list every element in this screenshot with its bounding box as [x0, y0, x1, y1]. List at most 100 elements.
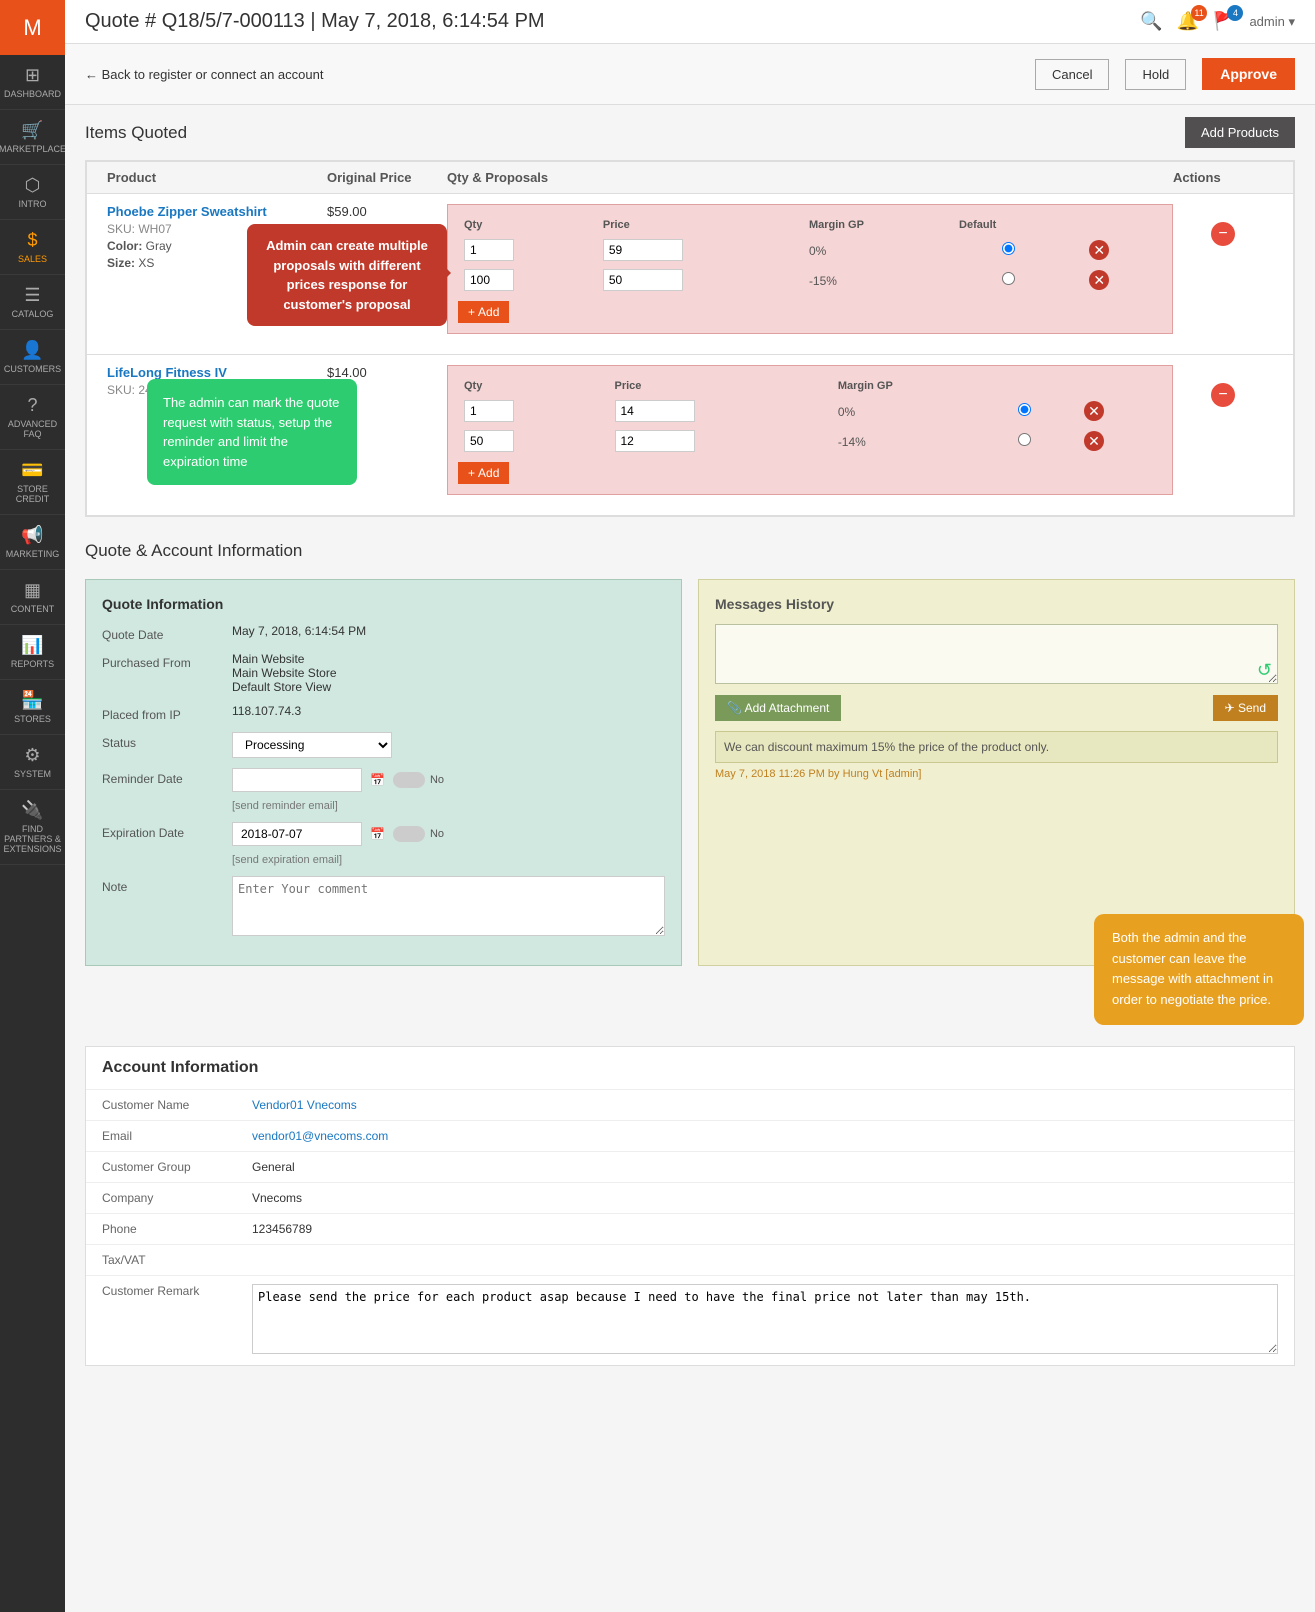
add-row-button-0[interactable]: + Add: [458, 301, 509, 323]
notifications-button[interactable]: 🔔 11: [1177, 11, 1199, 32]
qty-input-0-1[interactable]: [464, 269, 514, 291]
col-qty-proposals: Qty & Proposals: [447, 170, 1173, 185]
refresh-icon[interactable]: ↺: [1257, 660, 1272, 681]
approve-button[interactable]: Approve: [1202, 58, 1295, 90]
default-radio-1-1[interactable]: [1018, 433, 1031, 446]
expiration-date-input[interactable]: [232, 822, 362, 846]
remove-product-button-0[interactable]: −: [1211, 222, 1235, 246]
calendar-icon[interactable]: 📅: [370, 773, 385, 787]
reminder-toggle: No: [393, 772, 444, 788]
th-del-2: [1133, 376, 1162, 396]
messages-button[interactable]: 🚩 4: [1213, 11, 1235, 32]
info-row-ip: Placed from IP 118.107.74.3: [102, 704, 665, 722]
info-row-status: Status Processing Open Closed: [102, 732, 665, 758]
sidebar-item-marketing[interactable]: 📢 MARKETING: [0, 515, 65, 570]
account-row-customer-name: Customer Name Vendor01 Vnecoms: [86, 1089, 1294, 1120]
sidebar-item-label: STORES: [14, 714, 51, 724]
customers-icon: 👤: [21, 340, 43, 361]
sidebar-item-catalog[interactable]: ☰ CATALOG: [0, 275, 65, 330]
sidebar-item-intro[interactable]: ⬡ INTRO: [0, 165, 65, 220]
top-header: Quote # Q18/5/7-000113 | May 7, 2018, 6:…: [65, 0, 1315, 44]
sidebar-item-marketplace[interactable]: 🛒 MARKETPLACE: [0, 110, 65, 165]
margin-text-1-1: -14%: [838, 435, 866, 449]
notification-count: 11: [1191, 5, 1207, 21]
add-products-button[interactable]: Add Products: [1185, 117, 1295, 148]
calendar-icon-2[interactable]: 📅: [370, 827, 385, 841]
account-label-taxvat: Tax/VAT: [102, 1253, 252, 1267]
status-select[interactable]: Processing Open Closed: [232, 732, 392, 758]
margin-text-0-1: -15%: [809, 274, 837, 288]
remove-row-button-0-1[interactable]: ✕: [1089, 270, 1109, 290]
sidebar-item-dashboard[interactable]: ⊞ DASHBOARD: [0, 55, 65, 110]
note-textarea[interactable]: [232, 876, 665, 936]
default-radio-0-0[interactable]: [1002, 242, 1015, 255]
message-history-text: We can discount maximum 15% the price of…: [715, 731, 1278, 763]
messages-actions: 📎 Add Attachment ✈ Send: [715, 695, 1278, 721]
reports-icon: 📊: [21, 635, 43, 656]
proposals-area: Qty Price Margin GP Default: [447, 204, 1173, 334]
account-value-customer-name[interactable]: Vendor01 Vnecoms: [252, 1098, 1278, 1112]
hold-button[interactable]: Hold: [1125, 59, 1186, 90]
default-radio-0-1[interactable]: [1002, 272, 1015, 285]
th-remove: [1063, 215, 1135, 235]
reminder-toggle-pill[interactable]: [393, 772, 425, 788]
sidebar-item-reports[interactable]: 📊 REPORTS: [0, 625, 65, 680]
cancel-button[interactable]: Cancel: [1035, 59, 1109, 90]
margin-text-0-0: 0%: [809, 244, 826, 258]
add-row-button-1[interactable]: + Add: [458, 462, 509, 484]
proposals-area-2: Qty Price Margin GP: [447, 365, 1173, 495]
user-menu[interactable]: admin ▾: [1249, 14, 1295, 30]
send-button[interactable]: ✈ Send: [1213, 695, 1278, 721]
qty-input-0-0[interactable]: [464, 239, 514, 261]
sidebar-item-sales[interactable]: $ SALES: [0, 220, 65, 275]
info-label-reminder: Reminder Date: [102, 768, 232, 786]
price-input-0-1[interactable]: [603, 269, 683, 291]
info-value-status: Processing Open Closed: [232, 732, 665, 758]
price-input-1-1[interactable]: [615, 430, 695, 452]
sidebar-item-label: CUSTOMERS: [4, 364, 61, 374]
reminder-date-input[interactable]: [232, 768, 362, 792]
plus-icon: +: [468, 305, 475, 319]
remove-product-button-1[interactable]: −: [1211, 383, 1235, 407]
qty-input-1-0[interactable]: [464, 400, 514, 422]
callout-orange: Both the admin and the customer can leav…: [1094, 914, 1304, 1025]
expiration-toggle-pill[interactable]: [393, 826, 425, 842]
th-qty-2: Qty: [458, 376, 609, 396]
main-content: Quote # Q18/5/7-000113 | May 7, 2018, 6:…: [65, 0, 1315, 1612]
sidebar-item-advanced-faq[interactable]: ? ADVANCED FAQ: [0, 385, 65, 450]
th-qty: Qty: [458, 215, 597, 235]
account-label-customer-name: Customer Name: [102, 1098, 252, 1112]
product-name-2: LifeLong Fitness IV: [107, 365, 327, 380]
sidebar-item-system[interactable]: ⚙ SYSTEM: [0, 735, 65, 790]
add-attachment-button[interactable]: 📎 Add Attachment: [715, 695, 841, 721]
sidebar-item-store-credit[interactable]: 💳 STORE CREDIT: [0, 450, 65, 515]
sidebar-logo[interactable]: M: [0, 0, 65, 55]
remark-textarea[interactable]: [252, 1284, 1278, 1354]
back-link[interactable]: ← Back to register or connect an account: [85, 67, 323, 82]
search-icon[interactable]: 🔍: [1140, 11, 1162, 32]
sidebar-item-stores[interactable]: 🏪 STORES: [0, 680, 65, 735]
marketplace-icon: 🛒: [21, 120, 43, 141]
sidebar-item-content[interactable]: ▦ CONTENT: [0, 570, 65, 625]
account-value-email[interactable]: vendor01@vnecoms.com: [252, 1129, 1278, 1143]
remove-row-button-1-1[interactable]: ✕: [1084, 431, 1104, 451]
default-radio-1-0[interactable]: [1018, 403, 1031, 416]
proposals-table-2: Qty Price Margin GP: [458, 376, 1162, 456]
th-default: Default: [953, 215, 1063, 235]
account-row-group: Customer Group General: [86, 1151, 1294, 1182]
messages-textarea[interactable]: [715, 624, 1278, 684]
price-input-1-0[interactable]: [615, 400, 695, 422]
remove-row-button-0-0[interactable]: ✕: [1089, 240, 1109, 260]
message-count: 4: [1227, 5, 1243, 21]
sidebar-item-find-partners[interactable]: 🔌 FIND PARTNERS & EXTENSIONS: [0, 790, 65, 865]
remove-row-button-1-0[interactable]: ✕: [1084, 401, 1104, 421]
qty-input-1-1[interactable]: [464, 430, 514, 452]
info-label-date: Quote Date: [102, 624, 232, 642]
expiration-toggle: No: [393, 826, 444, 842]
catalog-icon: ☰: [24, 285, 40, 306]
sidebar-item-customers[interactable]: 👤 CUSTOMERS: [0, 330, 65, 385]
col-actions: Actions: [1173, 170, 1273, 185]
quote-info-title: Quote Information: [102, 596, 665, 612]
th-remove-2: [1055, 376, 1133, 396]
price-input-0-0[interactable]: [603, 239, 683, 261]
